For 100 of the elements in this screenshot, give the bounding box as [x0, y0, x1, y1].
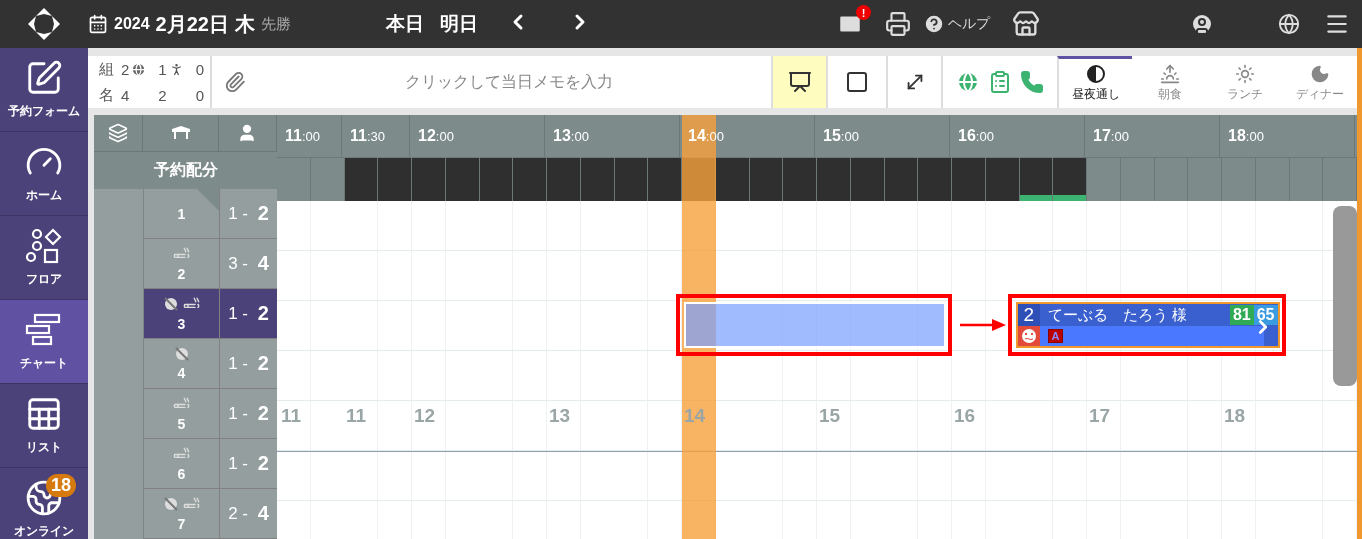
store-button[interactable] [1012, 10, 1040, 38]
help-icon [923, 13, 945, 35]
hour-watermark: 16 [953, 404, 977, 428]
time-label: 18:00 [1220, 115, 1355, 157]
globe-icon [131, 61, 147, 77]
help-button[interactable]: ヘルプ [923, 13, 990, 35]
print-button[interactable] [885, 11, 911, 37]
capacity-cell: 1 - 2 [220, 389, 277, 438]
table-number: 6 [177, 465, 186, 482]
table-icon [170, 125, 191, 142]
store-icon [1012, 10, 1040, 38]
allocation-slot[interactable] [1019, 158, 1054, 201]
date: 2月22日 [155, 11, 229, 37]
meal-tab[interactable]: 昼夜通し [1057, 56, 1132, 108]
no-web-icon [163, 295, 179, 312]
allocation-slot[interactable] [884, 158, 919, 201]
capacity-cell: 1 - 2 [220, 289, 277, 338]
alert-badge: ! [856, 5, 871, 20]
rokuyo-label: 先勝 [260, 14, 291, 34]
allocation-slot[interactable] [850, 158, 885, 201]
hour-watermark: 13 [548, 404, 572, 428]
moon-icon [1309, 64, 1330, 84]
account-button[interactable] [1190, 12, 1214, 36]
sunrise-icon [1159, 64, 1180, 84]
memo-input-field[interactable]: クリックして当日メモを入力 [246, 72, 771, 92]
allocation-slot[interactable] [580, 158, 615, 201]
allocation-slot[interactable] [918, 158, 952, 201]
year: 2024 [114, 15, 150, 33]
allocation-slot[interactable] [344, 158, 379, 201]
allocation-slot[interactable] [614, 158, 649, 201]
stat-label: 組 [98, 59, 114, 79]
shapes-icon [25, 227, 63, 265]
allocation-slot[interactable] [985, 158, 1020, 201]
easel-icon [787, 70, 812, 94]
table-number: 4 [177, 365, 186, 381]
stat-value: 0 [194, 60, 204, 78]
language-button[interactable] [1278, 13, 1300, 35]
stat-value: 4 [119, 86, 130, 104]
time-label: 16:00 [950, 115, 1085, 157]
toolbar-button[interactable] [771, 56, 826, 108]
capacity-cell: 2 - 4 [220, 489, 277, 538]
sun-icon [1234, 64, 1255, 84]
hour-watermark: 17 [1088, 404, 1112, 428]
time-label: 15:00 [815, 115, 950, 157]
phone-icon[interactable] [1020, 70, 1044, 94]
stat-value: 2 [157, 86, 167, 104]
day-nav-button[interactable]: 明日 [432, 11, 486, 37]
count-badge: 18 [46, 474, 77, 497]
time-label: 11:00 [277, 115, 342, 157]
no-web-icon [163, 495, 179, 512]
stat-value: 2 [119, 60, 130, 78]
square-icon [845, 70, 869, 94]
reservation-block[interactable]: 2 てーぶる たろう 様 81 65 A [1015, 302, 1280, 348]
scrollbar-thumb[interactable] [1333, 206, 1357, 386]
party-size: 2 [1017, 304, 1041, 326]
time-label: 12:00 [410, 115, 545, 157]
pencil-square-icon [25, 59, 63, 97]
allocation-slot[interactable] [1053, 158, 1087, 201]
allocation-slot[interactable] [547, 158, 581, 201]
allocation-slot[interactable] [749, 158, 784, 201]
capacity-cell: 3 - 4 [220, 239, 277, 288]
allocation-slot[interactable] [378, 158, 412, 201]
allocation-slot[interactable] [817, 158, 851, 201]
guest-name: てーぶる たろう 様 [1048, 305, 1189, 325]
capacity-cell: 1 - 2 [220, 439, 277, 488]
allocation-slot[interactable] [412, 158, 446, 201]
hour-watermark: 14 [683, 404, 707, 428]
sidebar-item[interactable]: チャート [0, 300, 88, 384]
stat-value: 1 [157, 60, 167, 78]
user-circle-icon [1190, 12, 1214, 36]
table-cell[interactable]: 3 [144, 289, 220, 338]
calendar-icon [88, 14, 108, 34]
logo-icon [26, 6, 62, 42]
allocation-slot[interactable] [445, 158, 480, 201]
clipboard-icon[interactable] [988, 70, 1012, 94]
stat-value: 0 [194, 86, 204, 104]
table-number: 3 [177, 315, 186, 332]
score-badge: 81 [1229, 305, 1254, 325]
day-nav-button[interactable]: 本日 [378, 11, 432, 37]
weekday: 木 [234, 11, 255, 37]
half-circle-icon [1085, 64, 1106, 84]
allocation-slot[interactable] [479, 158, 514, 201]
allocation-slot[interactable] [715, 158, 750, 201]
hour-watermark: 12 [413, 404, 437, 428]
time-label: 11:30 [342, 115, 410, 157]
hour-watermark: 11 [345, 404, 368, 428]
table-number: 1 [177, 205, 186, 222]
hour-watermark: 18 [1223, 404, 1247, 428]
globe-icon [1278, 13, 1300, 35]
allocation-slot[interactable] [952, 158, 986, 201]
globe-icon[interactable] [956, 70, 980, 94]
capacity-cell: 1 - 2 [220, 339, 277, 388]
table-number: 2 [177, 265, 186, 282]
hour-watermark: 15 [818, 404, 842, 428]
status-badge: A [1047, 329, 1064, 343]
table-number: 5 [177, 415, 186, 432]
allocation-slot[interactable] [648, 158, 682, 201]
allocation-slot[interactable] [513, 158, 547, 201]
layers-icon [108, 123, 129, 144]
allocation-slot[interactable] [783, 158, 817, 201]
